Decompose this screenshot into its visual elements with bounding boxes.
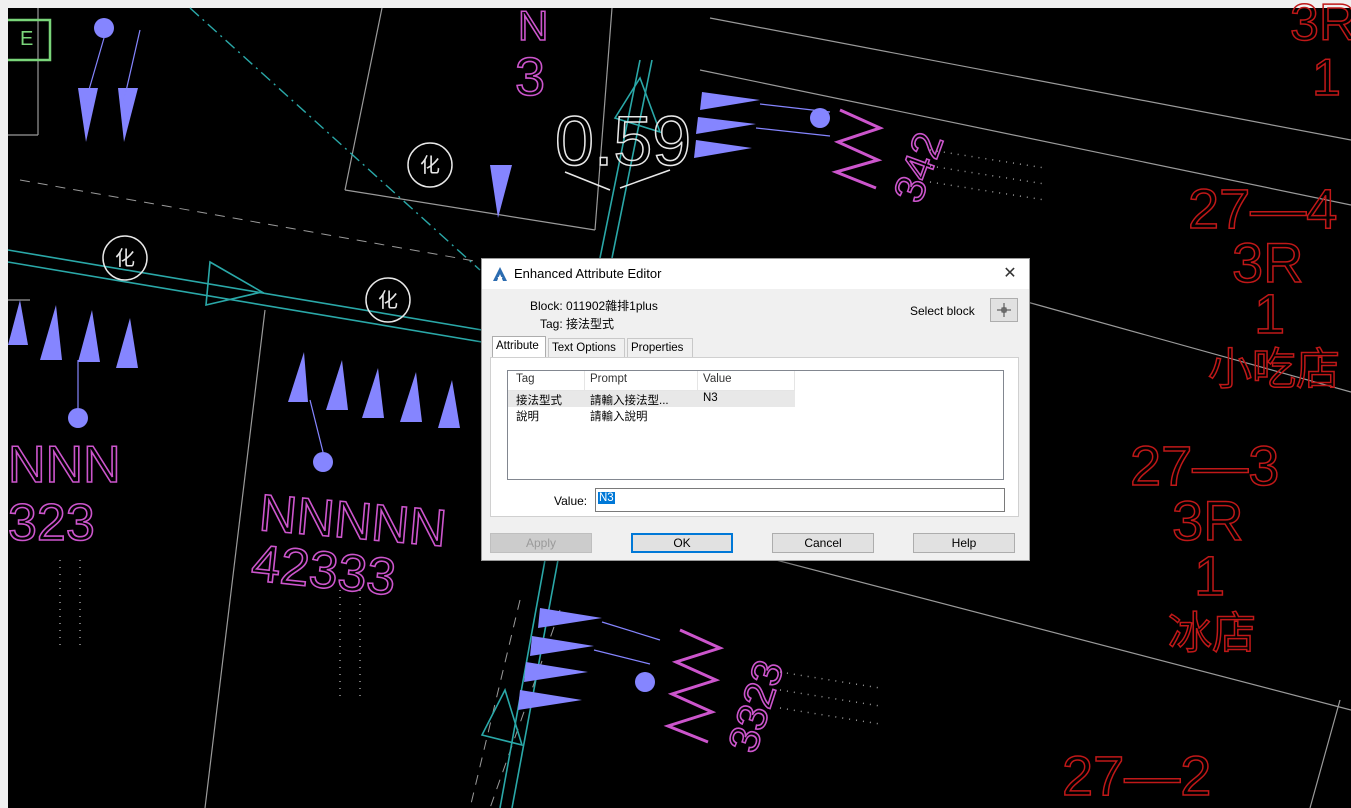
tab-attribute[interactable]: Attribute (492, 336, 546, 358)
column-header-prompt[interactable]: Prompt (590, 373, 627, 385)
n-top-label: N (518, 2, 548, 49)
value-label: Value: (554, 494, 588, 508)
apply-button[interactable]: Apply (490, 533, 592, 553)
row-prompt-cell: 請輸入接法型... (590, 395, 669, 407)
column-header-tag[interactable]: Tag (516, 373, 535, 385)
hua-label-2: 化 (115, 247, 135, 270)
shop-2-label: 冰店 (1168, 609, 1256, 658)
value-input[interactable]: N3 (595, 488, 1005, 512)
tab-text-options[interactable]: Text Options (548, 338, 625, 357)
row-prompt-cell: 請輸入說明 (590, 411, 648, 423)
attribute-panel: Tag Prompt Value 接法型式 請輸入接法型... N3 說明 請輸… (490, 357, 1019, 517)
num-323-label: 323 (8, 494, 95, 552)
crosshair-icon (997, 303, 1011, 317)
ok-button[interactable]: OK (631, 533, 733, 553)
tab-properties[interactable]: Properties (627, 338, 693, 357)
dialog-titlebar[interactable]: Enhanced Attribute Editor ✕ (482, 259, 1029, 289)
r1b-label: 1 (1312, 49, 1341, 107)
tag-name-text: Tag: 接法型式 (540, 317, 615, 331)
shop-1-label: 小吃店 (1208, 345, 1340, 394)
help-button[interactable]: Help (913, 533, 1015, 553)
lot-27-3-1-label: 1 (1194, 544, 1225, 607)
block-name-text: Block: 011902雜排1plus (530, 299, 658, 313)
lot-27-2-label: 27—2 (1062, 744, 1211, 807)
row-value-cell: N3 (703, 392, 718, 404)
list-header: Tag Prompt Value (508, 371, 795, 391)
lot-27-4-1-label: 1 (1254, 282, 1285, 345)
dialog-title: Enhanced Attribute Editor (514, 266, 662, 281)
nnn-left-label: NNN (8, 436, 121, 494)
cancel-button[interactable]: Cancel (772, 533, 874, 553)
select-block-label: Select block (910, 304, 975, 318)
n3-top-label: 3 (515, 47, 545, 107)
attribute-list[interactable]: Tag Prompt Value 接法型式 請輸入接法型... N3 說明 請輸… (507, 370, 1004, 480)
row-tag-cell: 說明 (516, 411, 539, 423)
column-header-value[interactable]: Value (703, 373, 732, 385)
lot-27-3-3r-label: 3R (1172, 489, 1244, 552)
lot-27-3-label: 27—3 (1130, 434, 1279, 497)
enhanced-attribute-editor-dialog: Enhanced Attribute Editor ✕ Block: 01190… (481, 258, 1030, 561)
hua-label-3: 化 (378, 289, 398, 312)
attribute-row[interactable]: 接法型式 請輸入接法型... N3 (508, 391, 795, 407)
dim-059-label: 0.59 (555, 102, 691, 180)
value-input-text: N3 (598, 492, 615, 504)
r1a-label: 3R (1290, 0, 1351, 52)
autocad-logo-icon (493, 267, 507, 281)
select-block-button[interactable] (990, 298, 1018, 322)
e-box-label: E (20, 28, 33, 50)
row-tag-cell: 接法型式 (516, 395, 562, 407)
close-button[interactable]: ✕ (997, 262, 1023, 286)
hua-label-1: 化 (420, 154, 440, 177)
attribute-row[interactable]: 說明 請輸入說明 (508, 407, 795, 423)
